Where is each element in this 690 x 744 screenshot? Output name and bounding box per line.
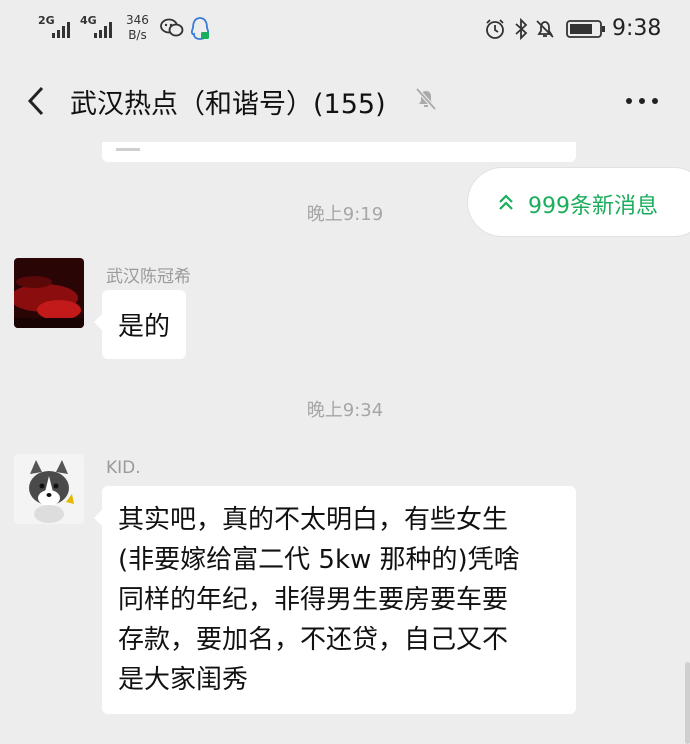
message-text-line: 存款，要加名，不还贷，自己又不 [118, 625, 509, 655]
previous-message-bubble [102, 142, 576, 162]
message-bubble[interactable]: 其实吧，真的不太明白，有些女生 (非要嫁给富二代 5kw 那种的)凭啥 同样的年… [94, 486, 576, 714]
message-text-line: (非要嫁给富二代 5kw 那种的)凭啥 [118, 545, 520, 575]
new-messages-label: 999条新消息 [528, 194, 658, 219]
back-arrow-icon[interactable] [22, 84, 52, 118]
bell-off-icon [534, 18, 556, 44]
sender-name: KID. [106, 458, 141, 478]
chat-header: 武汉热点（和谐号）(155) [0, 60, 690, 142]
signal-bars-icon [94, 22, 114, 38]
message-timestamp: 晚上9:19 [306, 204, 384, 225]
alarm-icon [484, 18, 506, 44]
bluetooth-icon [514, 17, 528, 44]
message-text-line: 是大家闺秀 [118, 665, 249, 695]
scrollbar[interactable] [685, 662, 690, 744]
message-text-line: 其实吧，真的不太明白，有些女生 [118, 505, 509, 535]
new-messages-button[interactable]: 999条新消息 [468, 168, 690, 236]
message-text: 是的 [118, 312, 171, 342]
more-icon[interactable] [622, 90, 662, 110]
muted-bell-icon [414, 86, 438, 116]
status-bar: 2G 4G 346 B/s 9:38 [0, 0, 690, 60]
message-text-line: 同样的年纪，非得男生要房要车要 [118, 585, 509, 615]
clock-time: 9:38 [612, 16, 662, 41]
avatar[interactable] [14, 454, 84, 524]
message-bubble[interactable]: 是的 [93, 290, 187, 359]
network-speed-value: 346 [126, 13, 149, 27]
chat-title: 武汉热点（和谐号）(155) [70, 89, 386, 120]
signal-bars-icon [52, 22, 72, 38]
message-timestamp: 晚上9:34 [306, 400, 384, 421]
double-chevron-up-icon [498, 193, 514, 215]
battery-icon [566, 19, 606, 43]
wechat-icon [160, 18, 184, 42]
sender-name: 武汉陈冠希 [106, 267, 191, 287]
network-speed: 346 B/s [126, 13, 149, 43]
qq-icon [190, 16, 210, 46]
avatar[interactable] [14, 258, 84, 328]
network-speed-unit: B/s [128, 28, 147, 42]
